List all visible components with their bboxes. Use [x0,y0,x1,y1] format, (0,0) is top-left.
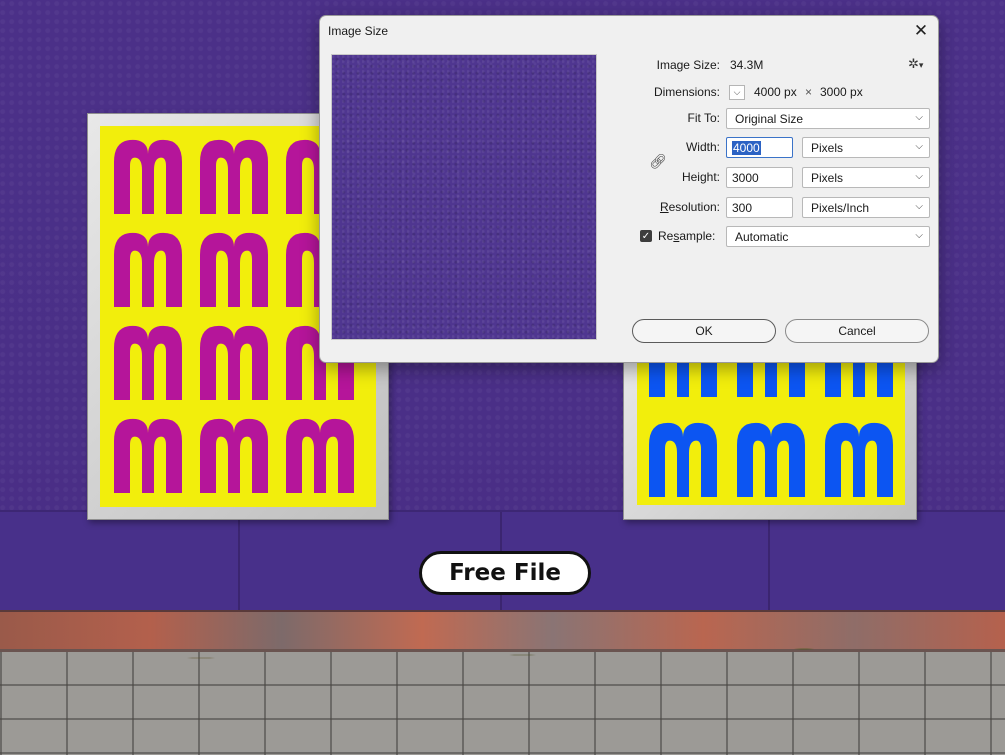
chevron-down-icon: ⌵ [915,230,923,241]
image-size-label: Image Size: [656,58,720,72]
chevron-down-icon: ⌵ [915,171,923,182]
chevron-down-icon: ⌵ [915,112,923,123]
poster-letter-m [198,415,270,493]
ok-button[interactable]: OK [632,319,776,343]
fit-to-label: Fit To: [687,111,720,125]
poster-letter-m [647,419,719,497]
width-label: Width: [685,140,720,154]
poster-right [637,359,905,505]
width-unit-select[interactable]: Pixels ⌵ [802,137,930,158]
poster-letter-m [647,359,719,397]
poster-letter-m [735,419,807,497]
poster-letter-m [284,415,356,493]
resample-checkbox[interactable]: ✓ [640,230,652,242]
free-file-label: Free File [449,560,561,586]
gear-icon[interactable]: ✲▾ [908,56,923,72]
height-value: 3000 [732,171,759,185]
image-preview[interactable] [331,54,597,340]
width-unit-value: Pixels [811,141,844,155]
link-icon[interactable]: 🔗︎ [649,153,667,170]
poster-letter-m [735,359,807,397]
resolution-label-text: esolution: [668,200,720,214]
close-icon[interactable]: ✕ [910,21,932,41]
free-file-badge: Free File [419,551,591,595]
poster-letter-m [112,322,184,400]
dimensions-height: 3000 px [820,85,863,99]
resolution-input[interactable]: 300 [726,197,793,218]
poster-letter-m [823,419,895,497]
resample-select[interactable]: Automatic ⌵ [726,226,930,247]
cancel-button-label: Cancel [838,324,876,338]
height-unit-value: Pixels [811,171,844,185]
resolution-unit-value: Pixels/Inch [811,201,870,215]
poster-letter-m [112,136,184,214]
resolution-value: 300 [732,201,753,215]
cancel-button[interactable]: Cancel [785,319,929,343]
resolution-label: Resolution: [600,200,720,214]
resample-label-start: Re [658,229,674,243]
fit-to-select[interactable]: Original Size ⌵ [726,108,930,129]
resolution-unit-select[interactable]: Pixels/Inch ⌵ [802,197,930,218]
poster-letter-m [198,229,270,307]
image-size-value: 34.3M [730,58,764,72]
chevron-down-icon: ⌵ [915,141,923,152]
dimensions-times: × [805,85,813,99]
width-input[interactable]: 4000 [726,137,793,158]
chevron-down-icon: ⌵ [915,201,923,212]
poster-letter-m [823,359,895,397]
wall-seam [768,512,770,610]
resample-label: Resample: [658,229,715,243]
poster-letter-m [112,415,184,493]
image-size-dialog: Image Size ✕ Image Size: 34.3M ✲▾ Dimens… [319,15,939,363]
dimensions-label: Dimensions: [653,85,720,99]
height-label: Height: [681,170,720,184]
dialog-title: Image Size [328,24,389,38]
ok-button-label: OK [695,324,713,338]
poster-letter-m [198,136,270,214]
width-value: 4000 [732,141,761,155]
poster-frame-right [623,350,917,520]
resample-label-end: ample: [679,229,716,243]
poster-letter-m [198,322,270,400]
fit-to-value: Original Size [735,112,804,126]
wall-seam [238,512,240,610]
resample-value: Automatic [735,230,789,244]
poster-letter-m [112,229,184,307]
chevron-down-icon[interactable]: ⌵ [729,85,745,100]
dimensions-width: 4000 px [754,85,797,99]
resolution-label-mnemonic: R [659,200,669,214]
weeds [0,640,1005,670]
height-input[interactable]: 3000 [726,167,793,188]
height-unit-select[interactable]: Pixels ⌵ [802,167,930,188]
